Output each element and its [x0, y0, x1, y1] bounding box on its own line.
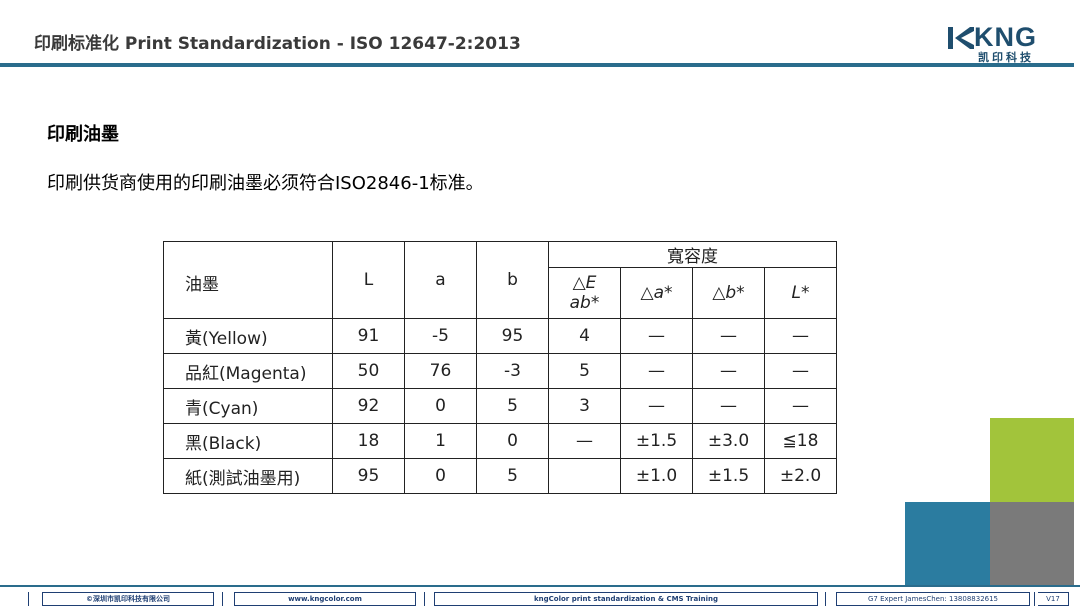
cell-l: 92: [332, 388, 405, 424]
footer-version: V17: [1038, 592, 1069, 606]
table-row: 黃(Yellow) 91 -5 95 4 — — —: [163, 318, 837, 354]
table-row: 紙(測試油墨用) 95 0 5 ±1.0 ±1.5 ±2.0: [163, 458, 837, 494]
cell-db: ±3.0: [692, 423, 765, 459]
cell-b: 95: [476, 318, 549, 354]
footer-separator: [825, 592, 826, 606]
header-l: L: [332, 241, 405, 319]
cell-b: -3: [476, 353, 549, 389]
footer-separator: [28, 592, 29, 606]
header-ink: 油墨: [163, 241, 333, 319]
footer-separator: [1034, 592, 1035, 606]
footer-website: www.kngcolor.com: [234, 592, 416, 606]
header-a: a: [404, 241, 477, 319]
decor-square-teal: [905, 502, 990, 586]
footer-company: ©深圳市凯印科技有限公司: [42, 592, 214, 606]
kng-logo: KNG 凯印科技: [948, 22, 1052, 65]
cell-de: 5: [548, 353, 621, 389]
cell-da: —: [620, 388, 693, 424]
cell-dl: ≦18: [764, 423, 837, 459]
footer-separator: [424, 592, 425, 606]
table-row: 黑(Black) 18 1 0 — ±1.5 ±3.0 ≦18: [163, 423, 837, 459]
footer-contact: G7 Expert JamesChen: 13808832615: [836, 592, 1030, 606]
cell-ink: 黑(Black): [163, 423, 333, 459]
table-row: 品紅(Magenta) 50 76 -3 5 — — —: [163, 353, 837, 389]
cell-de: 3: [548, 388, 621, 424]
kng-logo-mark-icon: [948, 27, 974, 49]
table-row: 青(Cyan) 92 0 5 3 — — —: [163, 388, 837, 424]
cell-l: 50: [332, 353, 405, 389]
header-tolerance: 寬容度: [548, 241, 837, 268]
cell-dl: —: [764, 353, 837, 389]
header-delta-a: △a*: [620, 267, 693, 319]
cell-ink: 青(Cyan): [163, 388, 333, 424]
cell-da: —: [620, 353, 693, 389]
cell-da: ±1.0: [620, 458, 693, 494]
cell-de: [548, 458, 621, 494]
header-title: 印刷标准化 Print Standardization - ISO 12647-…: [34, 34, 521, 54]
header-b: b: [476, 241, 549, 319]
header-delta-b: △b*: [692, 267, 765, 319]
cell-ink: 品紅(Magenta): [163, 353, 333, 389]
cell-b: 0: [476, 423, 549, 459]
cell-db: —: [692, 388, 765, 424]
section-title: 印刷油墨: [47, 124, 119, 145]
cell-dl: —: [764, 388, 837, 424]
cell-da: —: [620, 318, 693, 354]
cell-a: 0: [404, 388, 477, 424]
cell-b: 5: [476, 388, 549, 424]
section-body: 印刷供货商使用的印刷油墨必须符合ISO2846-1标准。: [47, 173, 484, 194]
cell-a: 0: [404, 458, 477, 494]
cell-b: 5: [476, 458, 549, 494]
cell-dl: —: [764, 318, 837, 354]
cell-a: 76: [404, 353, 477, 389]
cell-a: 1: [404, 423, 477, 459]
cell-de: 4: [548, 318, 621, 354]
cell-l: 91: [332, 318, 405, 354]
cell-l: 18: [332, 423, 405, 459]
header-divider: [0, 63, 1074, 67]
footer-divider: [0, 585, 1080, 587]
cell-ink: 黃(Yellow): [163, 318, 333, 354]
cell-ink: 紙(測試油墨用): [163, 458, 333, 494]
decor-square-gray: [990, 502, 1074, 586]
cell-da: ±1.5: [620, 423, 693, 459]
cell-a: -5: [404, 318, 477, 354]
footer-training: kngColor print standardization & CMS Tra…: [434, 592, 818, 606]
cell-l: 95: [332, 458, 405, 494]
cell-db: —: [692, 318, 765, 354]
header-delta-e: △E ab*: [548, 267, 621, 319]
cell-de: —: [548, 423, 621, 459]
cell-db: —: [692, 353, 765, 389]
ink-spec-table: 油墨 L a b 寬容度 △E ab* △a* △b* L* 黃(Yellow)…: [163, 241, 837, 494]
footer-separator: [222, 592, 223, 606]
cell-db: ±1.5: [692, 458, 765, 494]
footer-bar: ©深圳市凯印科技有限公司 www.kngcolor.com kngColor p…: [0, 585, 1080, 611]
decor-square-green: [990, 418, 1074, 502]
header-delta-l: L*: [764, 267, 837, 319]
cell-dl: ±2.0: [764, 458, 837, 494]
